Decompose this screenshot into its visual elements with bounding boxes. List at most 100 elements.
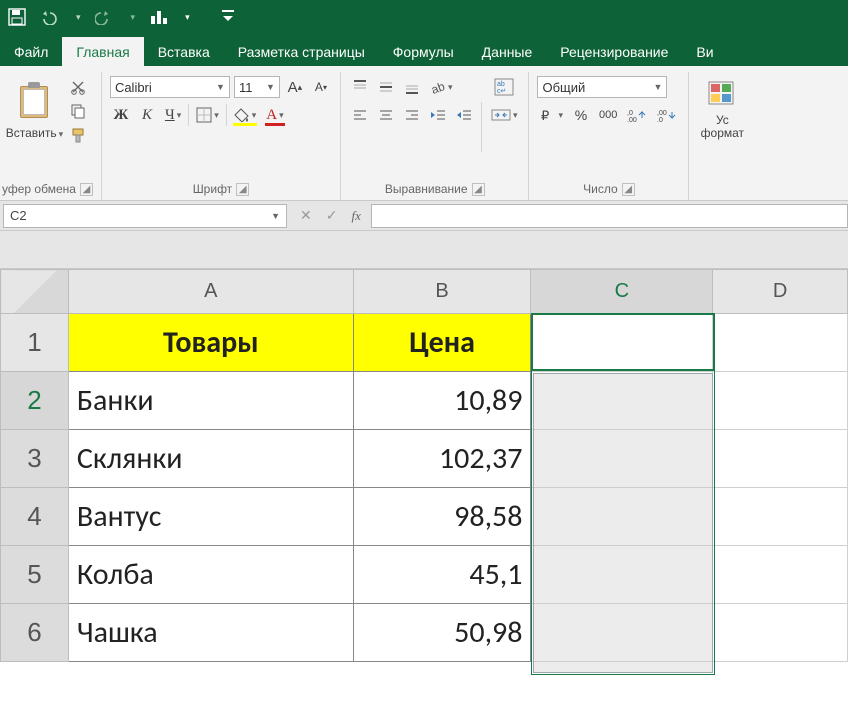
cell-A4[interactable]: Вантус [68, 488, 353, 546]
decrease-decimal-icon[interactable]: ,00,0 [654, 104, 680, 126]
cell-D5[interactable] [713, 546, 848, 604]
row-header-4[interactable]: 4 [1, 488, 69, 546]
cell-A2[interactable]: Банки [68, 372, 353, 430]
group-clipboard: Вставить▾ уфер обмена ◢ [0, 72, 102, 200]
row-header-1[interactable]: 1 [1, 314, 69, 372]
clipboard-group-label: уфер обмена [2, 182, 76, 196]
row-header-2[interactable]: 2 [1, 372, 69, 430]
cell-A1[interactable]: Товары [68, 314, 353, 372]
number-format-combo[interactable]: Общий▼ [537, 76, 667, 98]
align-bottom-icon[interactable] [401, 76, 423, 98]
tab-formulas[interactable]: Формулы [379, 37, 468, 66]
font-dialog-launcher-icon[interactable]: ◢ [236, 183, 249, 196]
increase-indent-icon[interactable] [453, 104, 475, 126]
cut-icon[interactable] [68, 78, 88, 96]
quick-chart-dropdown-icon[interactable]: ▾ [185, 12, 190, 23]
cell-B1[interactable]: Цена [353, 314, 531, 372]
undo-dropdown-icon[interactable]: ▾ [76, 12, 81, 23]
group-font: Calibri▼ 11▼ A▴ A▾ Ж К Ч▾ ▾ [102, 72, 341, 200]
grow-font-icon[interactable]: A▴ [284, 76, 306, 98]
cell-A5[interactable]: Колба [68, 546, 353, 604]
cell-D2[interactable] [713, 372, 848, 430]
redo-icon[interactable] [95, 9, 115, 25]
align-top-icon[interactable] [349, 76, 371, 98]
worksheet[interactable]: A B C D 1 Товары Цена 2 Банки 10,89 3 Ск… [0, 231, 848, 725]
tab-insert[interactable]: Вставка [144, 37, 224, 66]
undo-icon[interactable] [40, 9, 60, 25]
decrease-indent-icon[interactable] [427, 104, 449, 126]
tab-data[interactable]: Данные [468, 37, 547, 66]
number-dialog-launcher-icon[interactable]: ◢ [622, 183, 635, 196]
tab-page-layout[interactable]: Разметка страницы [224, 37, 379, 66]
wrap-text-icon[interactable]: abc↵ [488, 76, 521, 98]
col-header-B[interactable]: B [353, 270, 531, 314]
cell-C5[interactable] [531, 546, 713, 604]
formula-input[interactable] [371, 204, 848, 228]
enter-formula-icon[interactable]: ✓ [326, 207, 338, 224]
font-name-combo[interactable]: Calibri▼ [110, 76, 230, 98]
alignment-dialog-launcher-icon[interactable]: ◢ [472, 183, 485, 196]
cancel-formula-icon[interactable]: ✕ [300, 207, 312, 224]
save-icon[interactable] [8, 8, 26, 26]
font-size-combo[interactable]: 11▼ [234, 76, 280, 98]
italic-button[interactable]: К [136, 104, 158, 126]
row-header-3[interactable]: 3 [1, 430, 69, 488]
copy-icon[interactable] [68, 102, 88, 120]
cell-B4[interactable]: 98,58 [353, 488, 531, 546]
col-header-C[interactable]: C [531, 270, 713, 314]
row-header-6[interactable]: 6 [1, 604, 69, 662]
orientation-icon[interactable]: ab▾ [427, 76, 456, 98]
tab-file[interactable]: Файл [0, 37, 62, 66]
cell-C3[interactable] [531, 430, 713, 488]
col-header-A[interactable]: A [68, 270, 353, 314]
group-alignment: ab▾ abc↵ ▾ Выравнивание ◢ [341, 72, 530, 200]
align-middle-icon[interactable] [375, 76, 397, 98]
svg-text:ab: ab [497, 81, 505, 88]
merge-center-icon[interactable]: ▾ [488, 104, 521, 126]
cell-D4[interactable] [713, 488, 848, 546]
comma-format-icon[interactable]: 000 [596, 104, 620, 126]
redo-dropdown-icon[interactable]: ▾ [131, 12, 136, 23]
tab-home[interactable]: Главная [62, 37, 143, 66]
cell-A6[interactable]: Чашка [68, 604, 353, 662]
accounting-format-icon[interactable]: ₽▾ [537, 104, 566, 126]
paste-button[interactable]: Вставить▾ [6, 74, 62, 140]
underline-button[interactable]: Ч▾ [162, 104, 184, 126]
cell-A3[interactable]: Склянки [68, 430, 353, 488]
row-header-5[interactable]: 5 [1, 546, 69, 604]
cell-C4[interactable] [531, 488, 713, 546]
tab-review[interactable]: Рецензирование [546, 37, 682, 66]
tab-view[interactable]: Ви [682, 37, 727, 66]
conditional-formatting-button[interactable]: Усформат [697, 74, 747, 140]
col-header-D[interactable]: D [713, 270, 848, 314]
cell-B5[interactable]: 45,1 [353, 546, 531, 604]
select-all-corner[interactable] [1, 270, 69, 314]
cell-D3[interactable] [713, 430, 848, 488]
cell-C6[interactable] [531, 604, 713, 662]
clipboard-dialog-launcher-icon[interactable]: ◢ [80, 183, 93, 196]
cell-C1[interactable] [531, 314, 713, 372]
name-box[interactable]: C2▼ [3, 204, 287, 228]
cell-C2[interactable] [531, 372, 713, 430]
increase-decimal-icon[interactable]: ,0,00 [624, 104, 650, 126]
cell-D6[interactable] [713, 604, 848, 662]
cell-B3[interactable]: 102,37 [353, 430, 531, 488]
fx-icon[interactable]: fx [351, 208, 360, 224]
borders-button[interactable]: ▾ [193, 104, 222, 126]
align-left-icon[interactable] [349, 104, 371, 126]
svg-text:₽: ₽ [541, 108, 549, 123]
svg-text:,0: ,0 [657, 117, 663, 122]
percent-format-icon[interactable]: % [570, 104, 592, 126]
shrink-font-icon[interactable]: A▾ [310, 76, 332, 98]
customize-qat-icon[interactable] [222, 10, 234, 24]
fill-color-button[interactable]: ▾ [231, 104, 260, 126]
cell-B6[interactable]: 50,98 [353, 604, 531, 662]
quick-chart-icon[interactable] [149, 8, 169, 26]
cell-D1[interactable] [713, 314, 848, 372]
format-painter-icon[interactable] [68, 126, 88, 144]
font-color-button[interactable]: A▾ [263, 104, 286, 126]
align-right-icon[interactable] [401, 104, 423, 126]
align-center-icon[interactable] [375, 104, 397, 126]
cell-B2[interactable]: 10,89 [353, 372, 531, 430]
bold-button[interactable]: Ж [110, 104, 132, 126]
